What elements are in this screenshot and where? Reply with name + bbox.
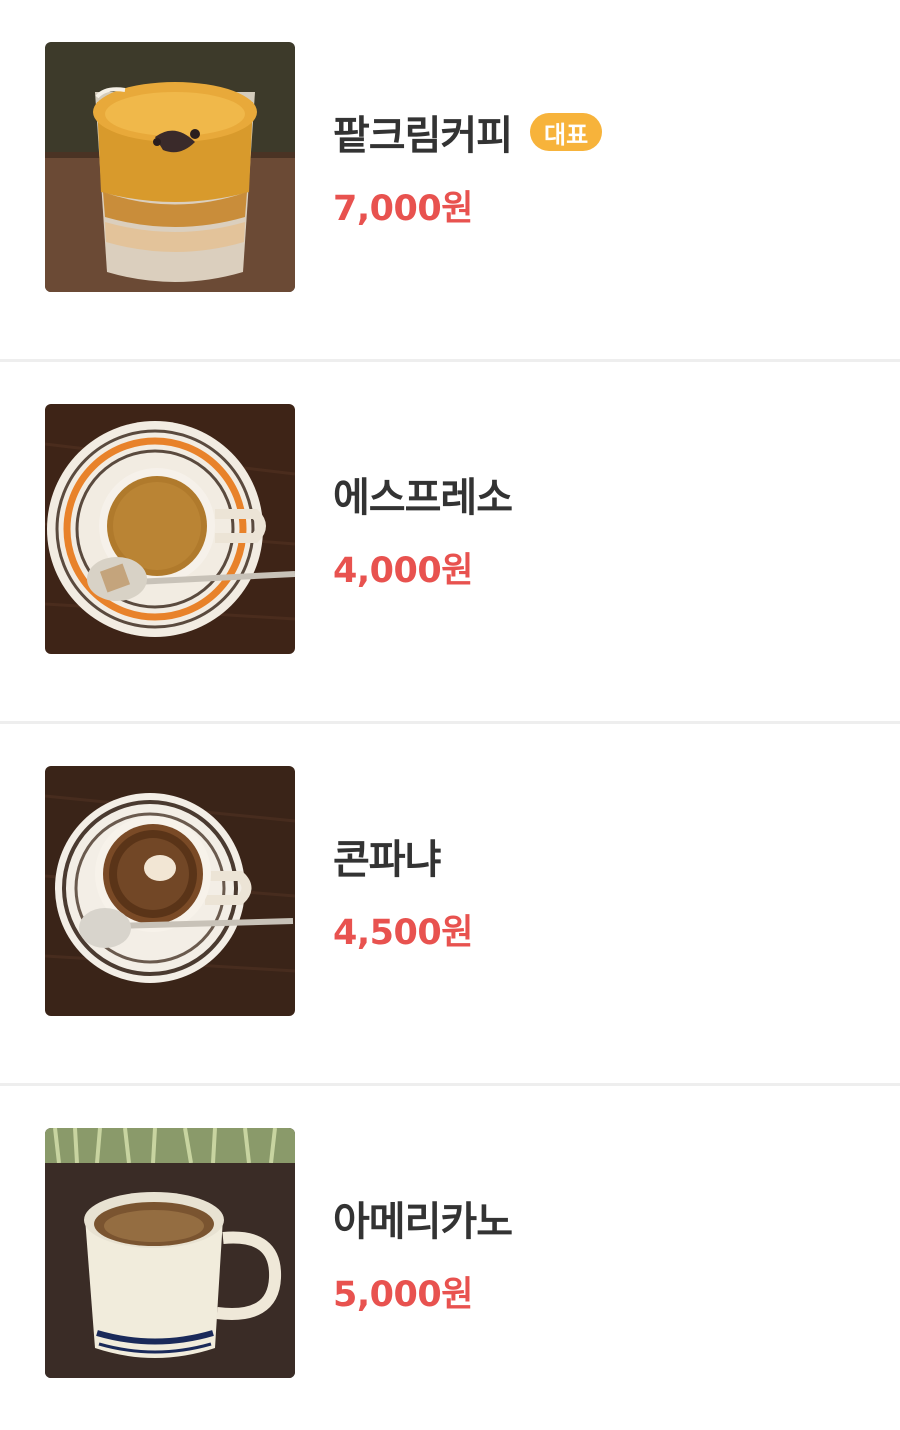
americano-photo-icon [45, 1128, 295, 1378]
espresso-photo-icon [45, 404, 295, 654]
menu-item-info: 아메리카노 5,000원 [333, 1190, 513, 1317]
menu-item-info: 팥크림커피 대표 7,000원 [333, 104, 603, 231]
menu-item-espresso[interactable]: 에스프레소 4,000원 [0, 362, 900, 724]
espresso-image [45, 404, 295, 654]
menu-list: 팥크림커피 대표 7,000원 에스프레소 4,000원 콘파냐 4,500원 … [0, 0, 900, 1430]
name-row: 콘파냐 [333, 828, 473, 884]
name-row: 에스프레소 [333, 466, 513, 522]
menu-item-price: 7,000원 [333, 189, 473, 229]
menu-item-name: 에스프레소 [333, 475, 513, 521]
red-bean-cream-coffee-photo-icon [45, 42, 295, 292]
menu-item-price: 4,000원 [333, 551, 473, 591]
menu-item-red-bean-cream-coffee[interactable]: 팥크림커피 대표 7,000원 [0, 0, 900, 362]
menu-item-name: 팥크림커피 [333, 113, 513, 159]
menu-item-info: 콘파냐 4,500원 [333, 828, 473, 955]
menu-item-name: 콘파냐 [333, 837, 441, 883]
con-panna-image [45, 766, 295, 1016]
menu-item-info: 에스프레소 4,000원 [333, 466, 513, 593]
americano-image [45, 1128, 295, 1378]
menu-item-name: 아메리카노 [333, 1199, 513, 1245]
menu-item-americano[interactable]: 아메리카노 5,000원 [0, 1086, 900, 1430]
menu-item-price: 4,500원 [333, 913, 473, 953]
red-bean-cream-coffee-image [45, 42, 295, 292]
menu-item-con-panna[interactable]: 콘파냐 4,500원 [0, 724, 900, 1086]
signature-badge: 대표 [530, 113, 603, 151]
con-panna-photo-icon [45, 766, 295, 1016]
name-row: 팥크림커피 대표 [333, 104, 603, 160]
menu-item-price: 5,000원 [333, 1275, 473, 1315]
name-row: 아메리카노 [333, 1190, 513, 1246]
